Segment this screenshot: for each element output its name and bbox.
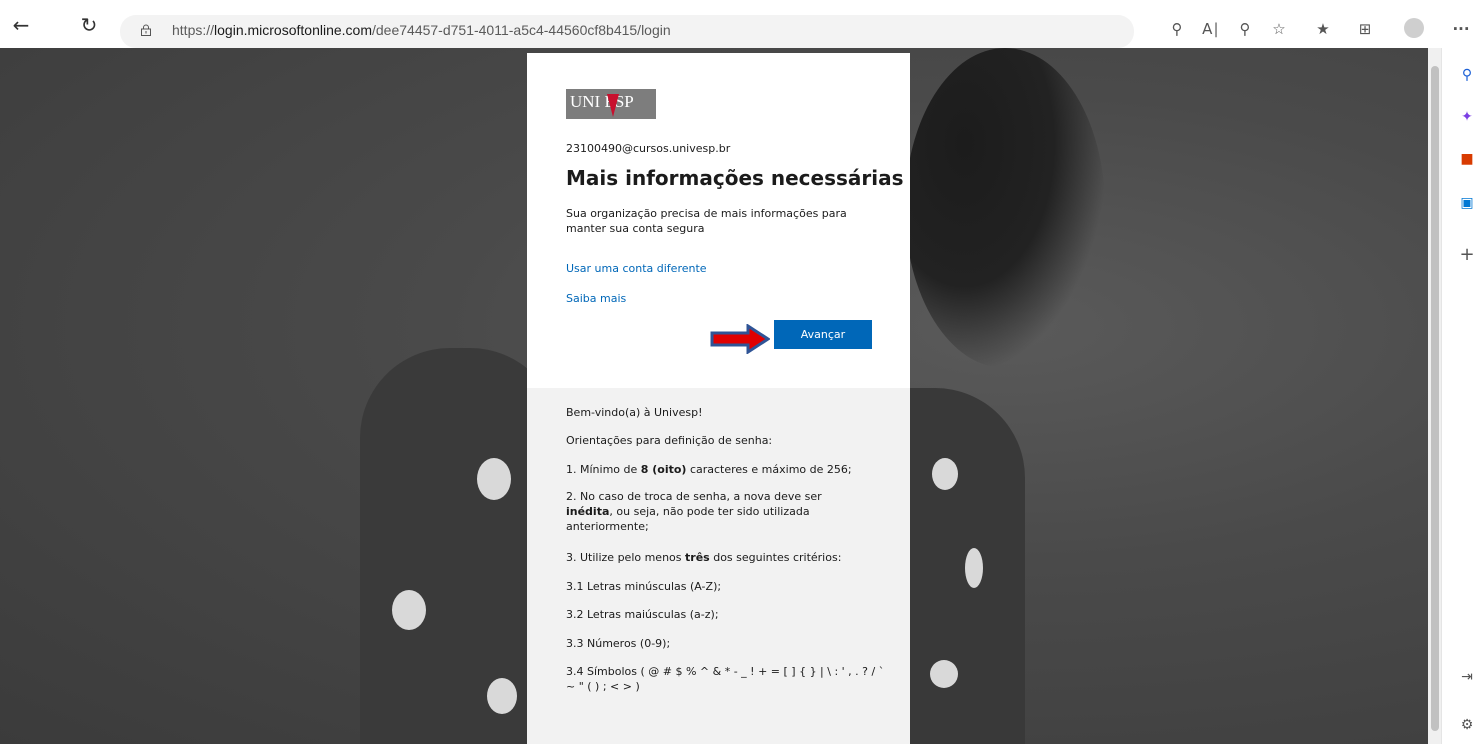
polka-dot: [392, 590, 426, 630]
collections-icon[interactable]: ⊞: [1356, 20, 1374, 38]
polka-dot: [932, 458, 958, 490]
rule-3-4: 3.4 Símbolos ( @ # $ % ^ & * - _ ! + = […: [566, 665, 885, 693]
use-different-account-link[interactable]: Usar uma conta diferente: [566, 262, 707, 275]
rule-3: 3. Utilize pelo menos três dos seguintes…: [566, 551, 842, 564]
account-email: 23100490@cursos.univesp.br: [566, 142, 731, 155]
office-icon[interactable]: ■: [1458, 150, 1476, 168]
read-aloud-icon[interactable]: A∣: [1202, 20, 1220, 38]
browser-sidebar: ⚲ ✦ ■ ▣ + ⇥ ⚙: [1441, 48, 1477, 744]
welcome-text: Bem-vindo(a) à Univesp!: [566, 406, 703, 419]
login-card: UNI ESP 23100490@cursos.univesp.br Mais …: [527, 53, 910, 388]
page-scrollbar[interactable]: [1428, 48, 1441, 744]
polka-dot: [477, 458, 511, 500]
refresh-icon[interactable]: ↻: [78, 14, 100, 36]
lock-icon[interactable]: [140, 24, 152, 36]
profile-avatar[interactable]: [1404, 18, 1424, 38]
sidebar-collapse-icon[interactable]: ⇥: [1458, 668, 1476, 686]
more-menu-icon[interactable]: ···: [1452, 20, 1470, 38]
rule-1: 1. Mínimo de 8 (oito) caracteres e máxim…: [566, 463, 852, 476]
browser-toolbar: ← ↻ https://login.microsoftonline.com/de…: [0, 0, 1477, 48]
background-hair: [905, 48, 1105, 368]
favorites-icon[interactable]: ★: [1314, 20, 1332, 38]
back-arrow-icon[interactable]: ←: [10, 14, 32, 36]
rule-3-2: 3.2 Letras maiúsculas (a-z);: [566, 608, 719, 621]
favorite-add-icon[interactable]: ☆: [1270, 20, 1288, 38]
rule-3-3: 3.3 Números (0-9);: [566, 637, 671, 650]
red-arrow-annotation-icon: [710, 324, 770, 354]
page-description: Sua organização precisa de mais informaç…: [566, 207, 847, 235]
rule-2: 2. No caso de troca de senha, a nova dev…: [566, 490, 822, 533]
address-bar[interactable]: https://login.microsoftonline.com/dee744…: [120, 15, 1134, 48]
page-title: Mais informações necessárias: [566, 166, 904, 190]
scrollbar-thumb[interactable]: [1431, 66, 1439, 731]
add-icon[interactable]: +: [1458, 246, 1476, 264]
settings-gear-icon[interactable]: ⚙: [1458, 716, 1476, 734]
zoom-out-icon[interactable]: ⚲: [1236, 20, 1254, 38]
logo-text: UNI ESP: [570, 92, 634, 111]
next-button[interactable]: Avançar: [774, 320, 872, 349]
copilot-icon[interactable]: ✦: [1458, 108, 1476, 126]
guidelines-title: Orientações para definição de senha:: [566, 434, 773, 447]
outlook-icon[interactable]: ▣: [1458, 194, 1476, 212]
polka-dot: [487, 678, 517, 714]
url-text: https://login.microsoftonline.com/dee744…: [172, 22, 671, 38]
learn-more-link[interactable]: Saiba mais: [566, 292, 626, 305]
guidelines-panel: Bem-vindo(a) à Univesp! Orientações para…: [527, 388, 910, 744]
univesp-logo: UNI ESP: [566, 89, 656, 119]
search-icon[interactable]: ⚲: [1458, 66, 1476, 84]
rule-3-1: 3.1 Letras minúsculas (A-Z);: [566, 580, 722, 593]
key-icon[interactable]: ⚲: [1168, 20, 1186, 38]
polka-dot: [965, 548, 983, 588]
polka-dot: [930, 660, 958, 688]
